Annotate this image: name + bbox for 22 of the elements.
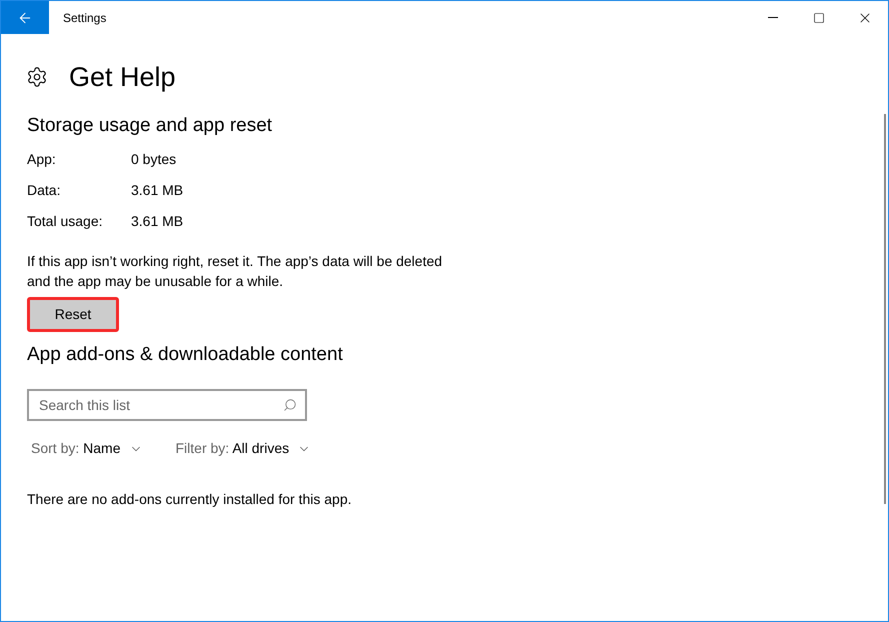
maximize-icon (813, 12, 825, 24)
usage-label: Data: (27, 181, 62, 200)
back-button[interactable] (1, 1, 49, 34)
search-field[interactable]: Search this list (27, 389, 307, 421)
page-title: Get Help (69, 61, 176, 93)
usage-value: 3.61 MB (131, 212, 184, 231)
section-heading: Storage usage and app reset (27, 114, 274, 138)
search-icon (283, 398, 297, 412)
section-heading: App add-ons & downloadable content (27, 343, 344, 367)
usage-label: App: (27, 150, 57, 169)
usage-label: Total usage: (27, 212, 104, 231)
usage-value: 3.61 MB (131, 181, 184, 200)
reset-description: If this app isn’t working right, reset it. The app’s data will be deleted and the app may be unusable for a while. (27, 252, 444, 291)
window-title: Settings (63, 10, 106, 26)
sort-dropdown[interactable]: Sort by: Name (31, 438, 142, 459)
gear-icon (26, 66, 48, 88)
minimize-icon (768, 17, 778, 18)
empty-message: There are no add-ons currently installed for this app. (27, 490, 353, 509)
filter-dropdown[interactable]: Filter by: All drives (176, 438, 312, 459)
scrollbar[interactable] (884, 114, 886, 504)
reset-button[interactable]: Reset (27, 297, 119, 332)
usage-value: 0 bytes (131, 150, 176, 169)
